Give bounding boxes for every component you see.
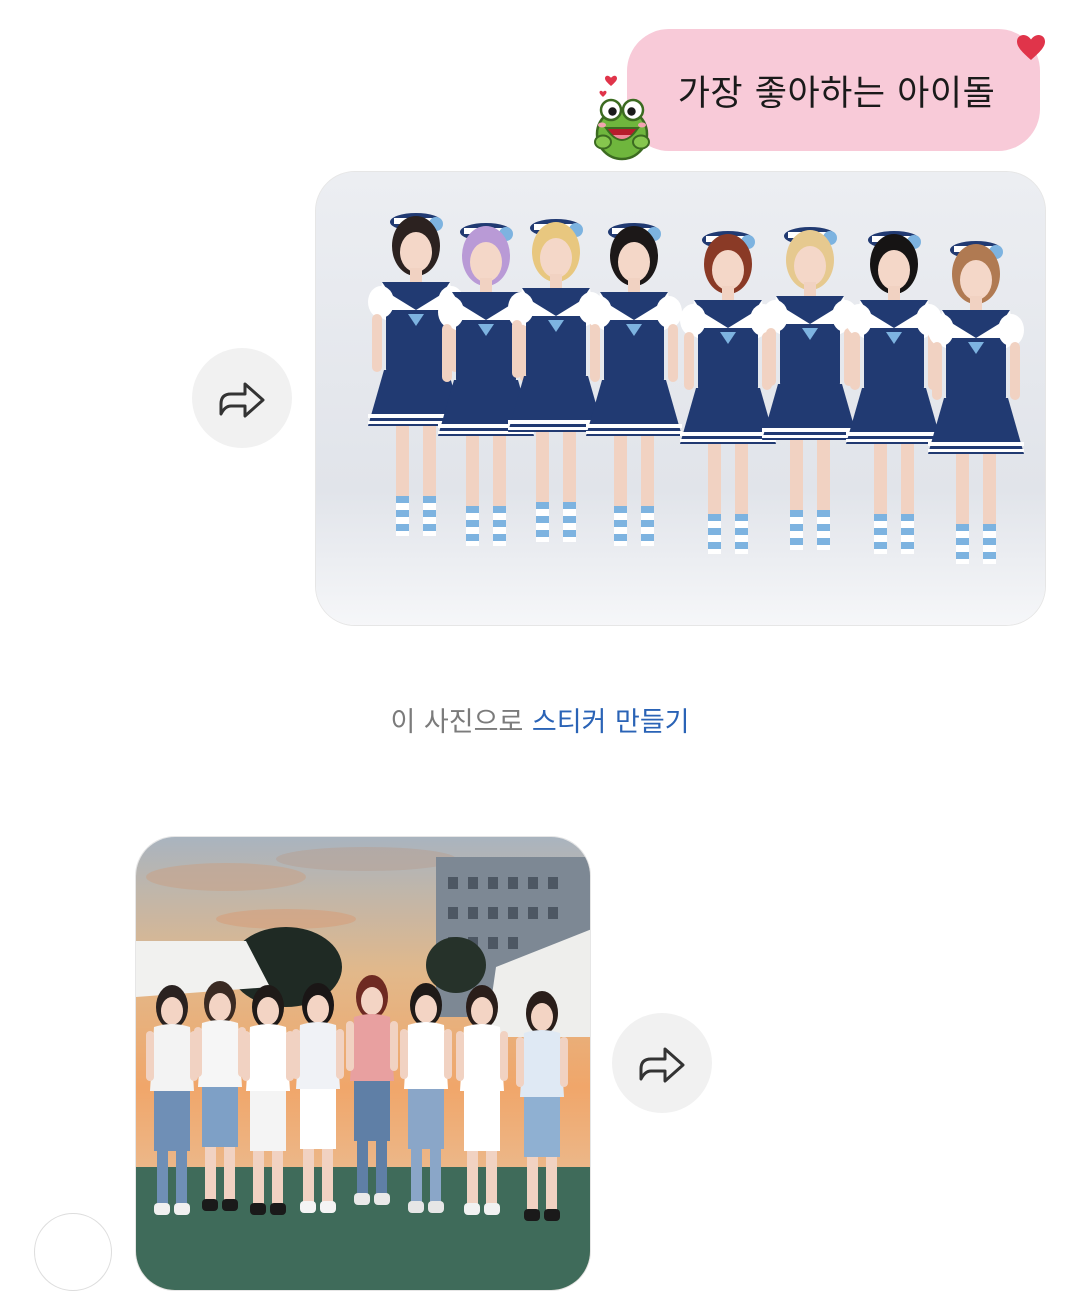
sender-avatar[interactable]	[34, 1213, 112, 1291]
share-button[interactable]	[192, 348, 292, 448]
idol-group-sailor-photo	[316, 172, 1045, 625]
sticker-prompt-text: 이 사진으로	[390, 707, 532, 738]
received-photo[interactable]	[135, 836, 591, 1291]
sent-photo[interactable]	[315, 171, 1046, 626]
sticker-prompt: 이 사진으로 스티커 만들기	[0, 700, 1080, 739]
heart-icon	[1017, 35, 1045, 60]
sent-message-bubble[interactable]: 가장 좋아하는 아이돌	[627, 29, 1040, 151]
frog-sticker-icon[interactable]	[586, 72, 658, 164]
share-arrow-icon	[639, 1047, 685, 1083]
idol-group-outdoor-photo	[136, 837, 590, 1290]
make-sticker-link[interactable]: 스티커 만들기	[532, 707, 690, 738]
share-arrow-icon	[219, 382, 265, 418]
sent-message-text: 가장 좋아하는 아이돌	[677, 73, 996, 114]
share-button[interactable]	[612, 1013, 712, 1113]
